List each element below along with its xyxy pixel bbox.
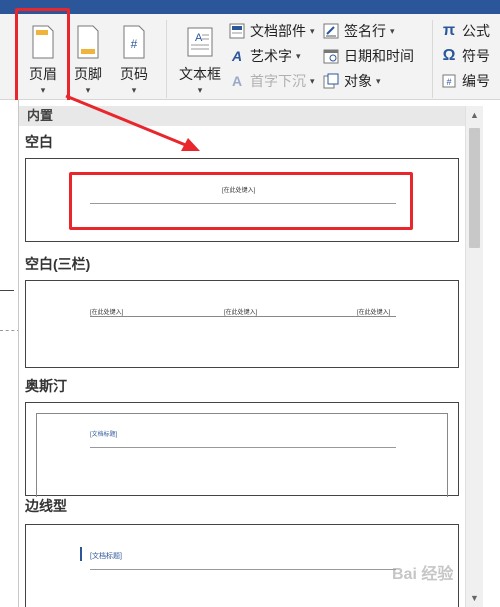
- number-label: 编号: [462, 73, 490, 89]
- dropcap-button[interactable]: A 首字下沉 ▾: [228, 70, 315, 92]
- calendar-icon: [322, 47, 340, 65]
- section-title-blank: 空白: [25, 134, 53, 150]
- watermark-logo: Bai 经验: [392, 566, 454, 583]
- header-gallery-dropdown: 内置 空白 [在此处键入] 空白(三栏) [在此处键入] [在此处键入] [在此…: [18, 100, 483, 607]
- scroll-up-icon[interactable]: ▲: [470, 110, 479, 120]
- number-icon: #: [440, 72, 458, 90]
- section-title-austin: 奥斯汀: [25, 378, 67, 394]
- group-separator: [432, 20, 433, 98]
- wordart-dropdown-icon: ▾: [296, 50, 301, 61]
- footer-label: 页脚: [74, 66, 102, 82]
- omega-icon: Ω: [442, 47, 456, 64]
- page-number-label: 页码: [120, 66, 148, 82]
- textbox-label: 文本框: [179, 66, 221, 82]
- header-template-blank[interactable]: [在此处键入]: [25, 158, 459, 242]
- quick-parts-button[interactable]: 文档部件 ▾: [228, 20, 315, 42]
- document-page-edge: [0, 100, 20, 607]
- header-template-blank-three-column[interactable]: [在此处键入] [在此处键入] [在此处键入]: [25, 280, 459, 368]
- signature-line-label: 签名行: [344, 23, 386, 39]
- wordart-label: 艺术字: [250, 48, 292, 64]
- pi-icon: π: [442, 22, 456, 39]
- datetime-button[interactable]: 日期和时间: [322, 45, 414, 67]
- signature-line-dropdown-icon: ▾: [390, 25, 395, 36]
- object-dropdown-icon: ▾: [376, 75, 381, 86]
- textbox-dropdown-icon: ▾: [197, 85, 203, 95]
- header-rule-line: [90, 447, 396, 448]
- placeholder-text: [在此处键入]: [222, 188, 256, 194]
- placeholder-text: [在此处键入]: [90, 310, 124, 316]
- svg-text:#: #: [446, 77, 451, 87]
- header-icon: [32, 25, 54, 59]
- austin-border-frame: [36, 413, 448, 497]
- page-number-dropdown-icon: ▾: [131, 85, 137, 95]
- svg-text:#: #: [131, 37, 138, 51]
- document-header-line: [0, 290, 14, 291]
- equation-label: 公式: [462, 23, 490, 39]
- header-label: 页眉: [29, 66, 57, 82]
- document-right-edge: [483, 100, 500, 607]
- scroll-down-icon[interactable]: ▼: [470, 593, 479, 603]
- symbol-label: 符号: [462, 48, 490, 64]
- builtin-category-label: 内置: [19, 106, 465, 126]
- quick-parts-icon: [228, 22, 246, 40]
- group-separator: [166, 20, 167, 98]
- placeholder-text: [在此处键入]: [224, 310, 258, 316]
- footer-dropdown-icon: ▾: [85, 85, 91, 95]
- page-number-button[interactable]: # 页码 ▾: [112, 20, 156, 98]
- number-button[interactable]: # 编号: [440, 70, 490, 92]
- datetime-label: 日期和时间: [344, 48, 414, 64]
- object-icon: [322, 72, 340, 90]
- section-title-blank-three-column: 空白(三栏): [25, 256, 91, 272]
- object-button[interactable]: 对象 ▾: [322, 70, 381, 92]
- placeholder-text: [文档标题]: [90, 432, 118, 438]
- document-header-dashed-boundary: [0, 330, 20, 331]
- textbox-button[interactable]: A 文本框 ▾: [176, 20, 224, 98]
- symbol-button[interactable]: Ω 符号: [440, 45, 490, 67]
- placeholder-text: [在此处键入]: [357, 310, 391, 316]
- header-button[interactable]: 页眉 ▾: [20, 20, 66, 98]
- textbox-icon: A: [187, 27, 213, 57]
- svg-text:A: A: [195, 32, 203, 44]
- placeholder-text: [文档标题]: [90, 553, 122, 560]
- header-rule-line: [90, 569, 396, 570]
- object-label: 对象: [344, 73, 372, 89]
- quick-parts-label: 文档部件: [250, 23, 306, 39]
- dropcap-label: 首字下沉: [250, 73, 306, 89]
- footer-icon: [77, 25, 99, 59]
- signature-line-icon: [322, 22, 340, 40]
- footer-button[interactable]: 页脚 ▾: [66, 20, 110, 98]
- quick-parts-dropdown-icon: ▾: [310, 25, 315, 36]
- wordart-button[interactable]: A 艺术字 ▾: [228, 45, 301, 67]
- page-number-icon: #: [123, 25, 145, 59]
- header-rule-line: [90, 316, 396, 317]
- dropcap-dropdown-icon: ▾: [310, 75, 315, 86]
- insert-ribbon: 页眉 ▾ 页脚 ▾ # 页码 ▾ A 文本框 ▾ 文档部件 ▾ A 艺术字 ▾ …: [0, 14, 500, 100]
- header-template-austin[interactable]: [文档标题]: [25, 402, 459, 497]
- dropcap-icon: A: [231, 73, 243, 89]
- gallery-vertical-scrollbar[interactable]: ▲ ▼: [465, 106, 483, 607]
- sideline-accent-bar: [80, 547, 82, 561]
- header-rule-line: [90, 203, 396, 204]
- header-dropdown-icon: ▾: [40, 85, 46, 95]
- title-bar: [0, 0, 500, 14]
- equation-button[interactable]: π 公式: [440, 20, 490, 42]
- section-title-sideline: 边线型: [25, 498, 67, 514]
- scrollbar-thumb[interactable]: [469, 128, 480, 248]
- wordart-icon: A: [231, 48, 243, 64]
- signature-line-button[interactable]: 签名行 ▾: [322, 20, 395, 42]
